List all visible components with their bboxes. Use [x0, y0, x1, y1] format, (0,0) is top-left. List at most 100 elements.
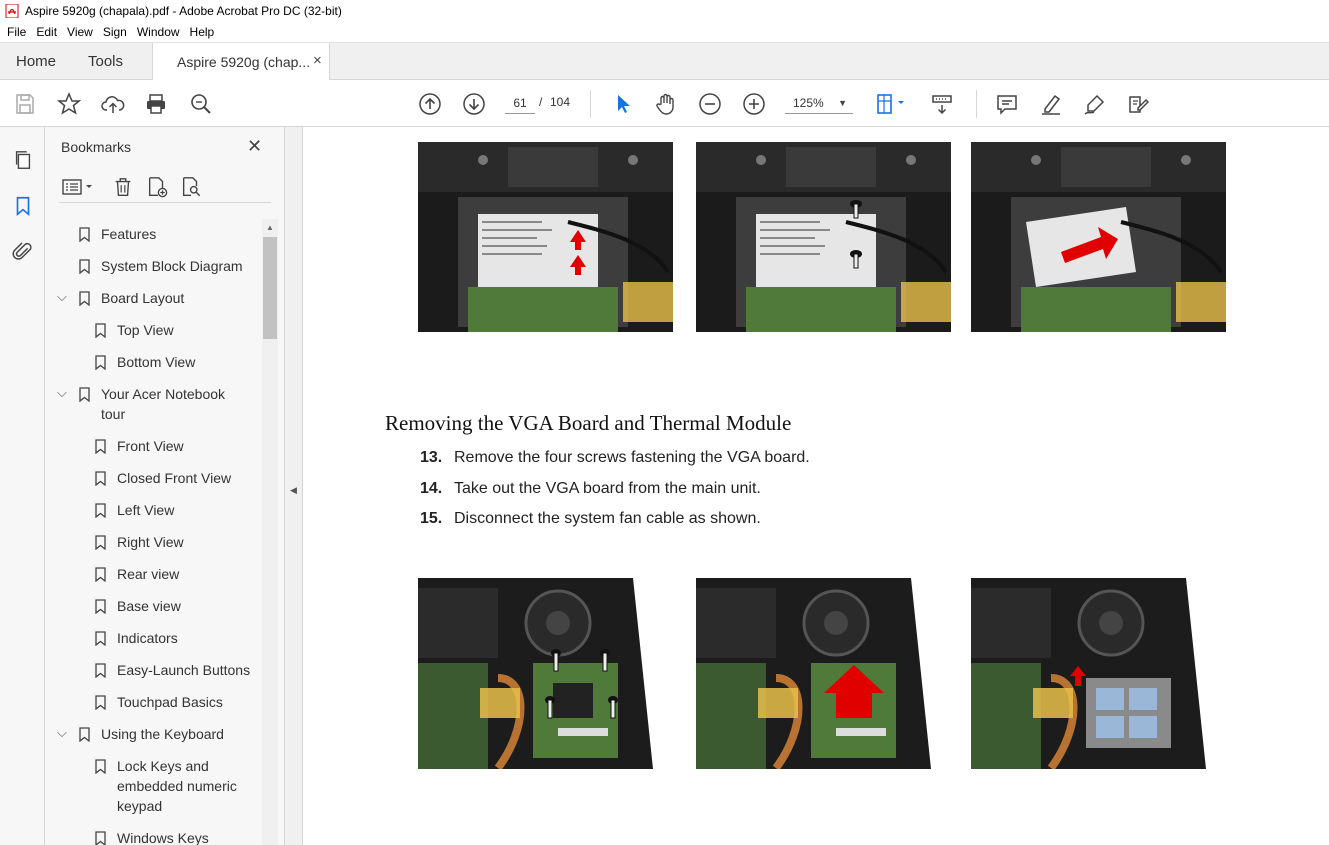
close-panel-icon[interactable]: ✕ — [247, 136, 262, 157]
menu-edit[interactable]: Edit — [31, 25, 62, 39]
select-arrow-icon[interactable] — [609, 91, 635, 117]
zoom-select[interactable]: 125% ▼ — [785, 92, 853, 114]
step-text: Disconnect the system fan cable as shown… — [454, 510, 761, 527]
comment-icon[interactable] — [994, 91, 1020, 117]
wlan-photo-1 — [418, 142, 673, 332]
vga-photo-2 — [696, 578, 931, 769]
bookmark-icon — [95, 695, 106, 711]
page-total: 104 — [550, 95, 571, 109]
bookmarks-list: Features System Block Diagram ⌵ Board Layou… — [45, 217, 263, 845]
acrobat-icon — [5, 4, 19, 18]
step-text: Take out the VGA board from the main uni… — [454, 480, 761, 497]
bookmark-label: System Block Diagram — [101, 258, 243, 274]
zoom-in-icon[interactable] — [741, 91, 767, 117]
bookmark-label: Top View — [117, 322, 174, 338]
bookmark-label: Closed Front View — [117, 470, 232, 486]
bookmark-label: Bottom View — [117, 354, 196, 370]
new-bookmark-icon[interactable] — [145, 175, 169, 199]
bookmark-icon — [79, 259, 90, 275]
attachments-icon[interactable] — [11, 240, 35, 264]
toolbar-divider — [590, 90, 591, 118]
bookmark-icon — [95, 663, 106, 679]
tab-tools[interactable]: Tools — [88, 53, 123, 70]
chevron-down-icon: ▼ — [838, 98, 847, 108]
find-icon[interactable] — [188, 91, 214, 117]
bookmark-icon — [79, 227, 90, 243]
wlan-photo-2 — [696, 142, 951, 332]
chevron-down-icon[interactable]: ⌵ — [57, 723, 67, 743]
delete-bookmark-icon[interactable] — [111, 175, 135, 199]
title-bar: Aspire 5920g (chapala).pdf - Adobe Acrob… — [0, 0, 1329, 22]
find-bookmark-icon[interactable] — [179, 175, 203, 199]
bookmark-label: Board Layout — [101, 290, 185, 306]
scrolling-mode-icon[interactable] — [929, 91, 955, 117]
bookmark-label: Easy-Launch Buttons — [117, 662, 251, 678]
previous-page-icon[interactable] — [417, 91, 443, 117]
navigation-rail — [0, 127, 45, 845]
bookmark-icon — [95, 471, 106, 487]
wlan-photo-3 — [971, 142, 1226, 332]
bookmark-label: Indicators — [117, 630, 178, 646]
tab-home[interactable]: Home — [16, 53, 56, 70]
menu-sign[interactable]: Sign — [98, 25, 132, 39]
bookmark-icon — [95, 831, 106, 845]
chevron-down-icon[interactable]: ⌵ — [57, 383, 67, 403]
bookmark-label: Windows Keys — [117, 830, 209, 845]
bookmark-icon — [95, 535, 106, 551]
bookmark-star-icon[interactable] — [56, 91, 82, 117]
pages-thumbnails-icon[interactable] — [11, 148, 35, 172]
scroll-up-icon[interactable]: ▲ — [266, 223, 274, 232]
bookmark-icon — [95, 631, 106, 647]
next-page-icon[interactable] — [461, 91, 487, 117]
menu-bar: File Edit View Sign Window Help — [0, 22, 1329, 42]
bookmark-label: Your Acer Notebook tour — [101, 386, 226, 422]
bookmark-icon — [79, 727, 90, 743]
menu-view[interactable]: View — [62, 25, 98, 39]
fill-sign-icon[interactable] — [1125, 91, 1151, 117]
panel-splitter[interactable]: ◀ — [285, 127, 303, 845]
print-icon[interactable] — [143, 91, 169, 117]
save-icon[interactable] — [12, 91, 38, 117]
document-view[interactable]: Removing the VGA Board and Thermal Modul… — [303, 127, 1329, 845]
bookmarks-icon[interactable] — [11, 194, 35, 218]
bookmark-icon — [95, 759, 106, 775]
scrollbar-thumb[interactable] — [263, 237, 277, 339]
bookmark-icon — [79, 387, 90, 403]
zoom-out-icon[interactable] — [697, 91, 723, 117]
bookmark-label: Using the Keyboard — [101, 726, 224, 742]
bookmark-label: Base view — [117, 598, 181, 614]
toolbar-divider — [976, 90, 977, 118]
sign-icon[interactable] — [1082, 91, 1108, 117]
tab-document-label: Aspire 5920g (chap... — [177, 54, 311, 70]
page-number-input[interactable]: 61 — [505, 92, 535, 114]
tab-document[interactable]: Aspire 5920g (chap... × — [152, 43, 330, 81]
bookmarks-scrollbar[interactable]: ▲ — [262, 219, 278, 845]
menu-file[interactable]: File — [2, 25, 31, 39]
menu-window[interactable]: Window — [132, 25, 185, 39]
bookmark-icon — [95, 567, 106, 583]
hand-icon[interactable] — [653, 91, 679, 117]
upload-icon[interactable] — [100, 91, 126, 117]
menu-help[interactable]: Help — [185, 25, 220, 39]
highlight-icon[interactable] — [1038, 91, 1064, 117]
page-separator: / — [539, 95, 543, 109]
bookmark-label: Lock Keys and embedded numeric keypad — [117, 758, 237, 814]
bookmarks-header: Bookmarks — [61, 139, 132, 155]
bookmark-options-icon[interactable] — [61, 175, 95, 199]
section-heading: Removing the VGA Board and Thermal Modul… — [385, 411, 792, 435]
step-text: Remove the four screws fastening the VGA… — [454, 449, 810, 466]
tab-bar: Home Tools Aspire 5920g (chap... × — [0, 42, 1329, 81]
main-toolbar: 61 / 104 125% ▼ — [0, 80, 1329, 127]
close-tab-icon[interactable]: × — [313, 52, 322, 69]
bookmark-icon — [95, 355, 106, 371]
bookmarks-panel: Bookmarks ✕ Features System Block Diagram… — [45, 127, 285, 845]
chevron-down-icon[interactable]: ⌵ — [57, 287, 67, 307]
bookmark-icon — [95, 599, 106, 615]
bookmark-label: Touchpad Basics — [117, 694, 223, 710]
collapse-panel-icon[interactable]: ◀ — [290, 485, 297, 496]
bookmark-label: Front View — [117, 438, 184, 454]
vga-photo-1 — [418, 578, 653, 769]
page-display-icon[interactable] — [873, 91, 909, 117]
bookmark-icon — [79, 291, 90, 307]
bookmark-label: Rear view — [117, 566, 180, 582]
